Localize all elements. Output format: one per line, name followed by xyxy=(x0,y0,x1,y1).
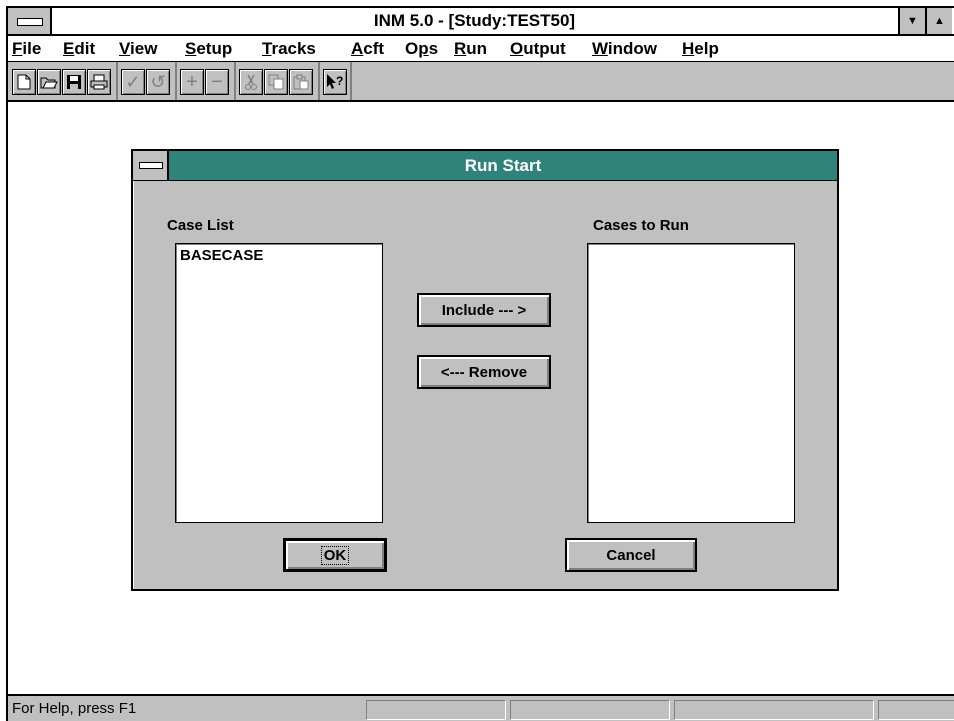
context-help-icon: ? xyxy=(327,74,343,89)
copy-icon xyxy=(268,74,284,90)
case-list-box[interactable]: BASECASE xyxy=(175,243,383,523)
paste-button[interactable] xyxy=(289,69,313,95)
dialog-title: Run Start xyxy=(464,156,542,175)
menu-bar: File Edit View Setup Tracks Acft Ops Run… xyxy=(8,36,954,62)
status-pane xyxy=(674,700,874,720)
toolbar-separator xyxy=(234,62,236,100)
menu-output[interactable]: Output xyxy=(510,36,566,61)
new-file-icon xyxy=(17,74,31,90)
remove-button-label: <--- Remove xyxy=(440,363,528,381)
title-bar: INM 5.0 - [Study:TEST50] ▼ ▲ xyxy=(8,8,954,36)
remove-icon: − xyxy=(211,70,223,93)
save-disk-icon xyxy=(67,75,81,89)
cases-to-run-label: Cases to Run xyxy=(593,217,689,234)
include-button-label: Include --- > xyxy=(441,301,527,319)
include-button[interactable]: Include --- > xyxy=(417,293,551,327)
status-pane xyxy=(366,700,506,720)
status-text: For Help, press F1 xyxy=(12,700,137,717)
menu-ops[interactable]: Ops xyxy=(405,36,438,61)
toolbar: ✓ ↺ + − ? xyxy=(8,62,954,102)
dialog-system-menu-button[interactable] xyxy=(133,151,169,180)
maximize-button[interactable]: ▲ xyxy=(925,8,952,34)
window-title: INM 5.0 - [Study:TEST50] xyxy=(373,11,576,30)
ok-button-label: OK xyxy=(320,545,350,565)
inm-application: INM 5.0 - [Study:TEST50] ▼ ▲ File Edit V… xyxy=(0,0,954,721)
subtract-button[interactable]: − xyxy=(205,69,229,95)
run-start-dialog: Run Start Case List Cases to Run BASECAS… xyxy=(131,149,839,591)
status-pane xyxy=(510,700,670,720)
copy-button[interactable] xyxy=(264,69,288,95)
undo-button[interactable]: ↺ xyxy=(146,69,170,95)
undo-icon: ↺ xyxy=(150,71,166,92)
minimize-button[interactable]: ▼ xyxy=(898,8,925,34)
menu-acft[interactable]: Acft xyxy=(351,36,384,61)
menu-run[interactable]: Run xyxy=(454,36,487,61)
menu-tracks[interactable]: Tracks xyxy=(262,36,316,61)
paste-icon xyxy=(293,74,309,90)
check-icon: ✓ xyxy=(125,71,141,92)
toolbar-separator xyxy=(318,62,320,100)
menu-setup[interactable]: Setup xyxy=(185,36,232,61)
menu-edit[interactable]: Edit xyxy=(63,36,95,61)
status-bar: For Help, press F1 xyxy=(8,694,954,721)
minimize-icon: ▼ xyxy=(907,15,918,27)
print-button[interactable] xyxy=(87,69,111,95)
save-button[interactable] xyxy=(62,69,86,95)
maximize-icon: ▲ xyxy=(934,15,945,27)
dialog-title-bar: Run Start xyxy=(133,151,837,181)
toolbar-separator xyxy=(350,62,352,100)
cancel-button[interactable]: Cancel xyxy=(565,538,697,572)
toolbar-separator xyxy=(116,62,118,100)
svg-text:?: ? xyxy=(336,74,343,88)
ok-button[interactable]: OK xyxy=(283,538,387,572)
cut-button[interactable] xyxy=(239,69,263,95)
system-menu-button[interactable] xyxy=(8,8,52,34)
remove-button[interactable]: <--- Remove xyxy=(417,355,551,389)
menu-view[interactable]: View xyxy=(119,36,157,61)
open-button[interactable] xyxy=(37,69,61,95)
list-item[interactable]: BASECASE xyxy=(180,247,263,264)
new-file-button[interactable] xyxy=(12,69,36,95)
open-folder-icon xyxy=(40,77,58,89)
system-menu-icon xyxy=(17,18,43,26)
cases-to-run-box[interactable] xyxy=(587,243,795,523)
case-list-label: Case List xyxy=(167,217,234,234)
cancel-button-label: Cancel xyxy=(606,546,656,564)
menu-window[interactable]: Window xyxy=(592,36,657,61)
add-icon: + xyxy=(186,70,198,93)
cut-icon xyxy=(245,74,257,90)
system-menu-icon xyxy=(139,162,163,169)
context-help-button[interactable]: ? xyxy=(323,69,347,95)
add-button[interactable]: + xyxy=(180,69,204,95)
menu-file[interactable]: File xyxy=(12,36,41,61)
status-pane xyxy=(878,700,954,720)
check-button[interactable]: ✓ xyxy=(121,69,145,95)
print-icon xyxy=(90,74,108,90)
menu-help[interactable]: Help xyxy=(682,36,719,61)
toolbar-separator xyxy=(175,62,177,100)
